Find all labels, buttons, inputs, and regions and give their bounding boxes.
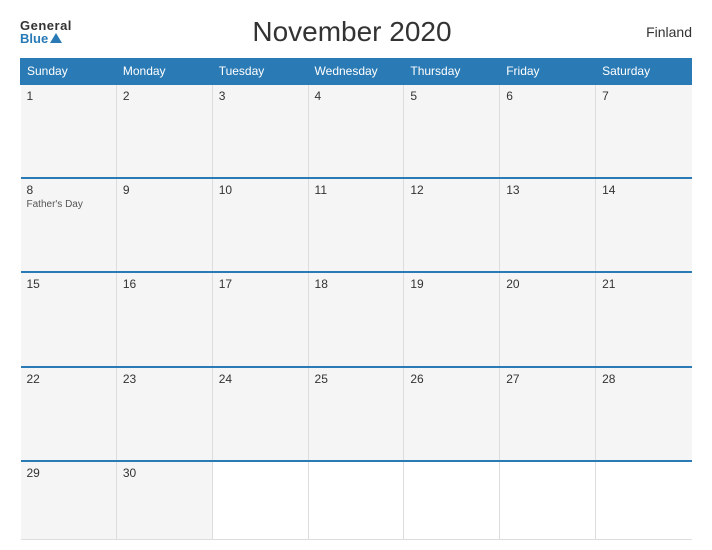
calendar-header-row: Sunday Monday Tuesday Wednesday Thursday…	[21, 59, 692, 85]
day-number: 14	[602, 183, 685, 197]
day-number: 26	[410, 372, 493, 386]
calendar-title: November 2020	[72, 16, 632, 48]
table-row: 6	[500, 84, 596, 178]
day-number: 19	[410, 277, 493, 291]
table-row: 22	[21, 367, 117, 461]
day-number: 10	[219, 183, 302, 197]
table-row: 23	[116, 367, 212, 461]
day-number: 27	[506, 372, 589, 386]
day-number: 16	[123, 277, 206, 291]
table-row: 25	[308, 367, 404, 461]
table-row: 3	[212, 84, 308, 178]
col-sunday: Sunday	[21, 59, 117, 85]
calendar-week-row: 29 30	[21, 461, 692, 540]
table-row: 12	[404, 178, 500, 272]
calendar-week-row: 22 23 24 25 26 27 28	[21, 367, 692, 461]
table-row	[404, 461, 500, 540]
day-number: 8	[27, 183, 110, 197]
calendar-body: 12345678Father's Day91011121314151617181…	[21, 84, 692, 540]
day-number: 22	[27, 372, 110, 386]
day-number: 5	[410, 89, 493, 103]
calendar-week-row: 1234567	[21, 84, 692, 178]
day-number: 15	[27, 277, 110, 291]
table-row: 15	[21, 272, 117, 366]
day-number: 11	[315, 183, 398, 197]
header: General Blue November 2020 Finland	[20, 16, 692, 48]
table-row	[500, 461, 596, 540]
col-wednesday: Wednesday	[308, 59, 404, 85]
day-number: 6	[506, 89, 589, 103]
day-number: 28	[602, 372, 685, 386]
day-number: 21	[602, 277, 685, 291]
table-row: 16	[116, 272, 212, 366]
table-row: 19	[404, 272, 500, 366]
table-row: 8 Father's Day	[21, 178, 117, 272]
day-number: 17	[219, 277, 302, 291]
country-label: Finland	[632, 24, 692, 40]
table-row: 11	[308, 178, 404, 272]
day-number: 3	[219, 89, 302, 103]
table-row: 26	[404, 367, 500, 461]
calendar-table: Sunday Monday Tuesday Wednesday Thursday…	[20, 58, 692, 540]
day-number: 23	[123, 372, 206, 386]
table-row	[596, 461, 692, 540]
day-number: 30	[123, 466, 206, 480]
table-row: 18	[308, 272, 404, 366]
col-monday: Monday	[116, 59, 212, 85]
table-row	[308, 461, 404, 540]
table-row: 20	[500, 272, 596, 366]
logo: General Blue	[20, 19, 72, 45]
table-row: 24	[212, 367, 308, 461]
day-number: 20	[506, 277, 589, 291]
calendar-week-row: 15 16 17 18 19 20 21	[21, 272, 692, 366]
table-row: 13	[500, 178, 596, 272]
day-number: 2	[123, 89, 206, 103]
table-row	[212, 461, 308, 540]
table-row: 1	[21, 84, 117, 178]
table-row: 9	[116, 178, 212, 272]
day-number: 9	[123, 183, 206, 197]
calendar-week-row: 8 Father's Day 9 10 11 12 13 14	[21, 178, 692, 272]
logo-triangle-icon	[50, 33, 62, 43]
day-number: 7	[602, 89, 685, 103]
logo-blue-text: Blue	[20, 32, 62, 45]
day-number: 1	[27, 89, 110, 103]
day-number: 24	[219, 372, 302, 386]
table-row: 27	[500, 367, 596, 461]
table-row: 29	[21, 461, 117, 540]
table-row: 5	[404, 84, 500, 178]
table-row: 10	[212, 178, 308, 272]
day-number: 18	[315, 277, 398, 291]
col-friday: Friday	[500, 59, 596, 85]
col-tuesday: Tuesday	[212, 59, 308, 85]
day-event-label: Father's Day	[27, 199, 110, 210]
page: General Blue November 2020 Finland Sunda…	[0, 0, 712, 550]
table-row: 21	[596, 272, 692, 366]
day-number: 25	[315, 372, 398, 386]
day-number: 29	[27, 466, 110, 480]
day-number: 13	[506, 183, 589, 197]
col-saturday: Saturday	[596, 59, 692, 85]
table-row: 4	[308, 84, 404, 178]
table-row: 28	[596, 367, 692, 461]
table-row: 17	[212, 272, 308, 366]
table-row: 30	[116, 461, 212, 540]
table-row: 2	[116, 84, 212, 178]
day-number: 12	[410, 183, 493, 197]
day-number: 4	[315, 89, 398, 103]
col-thursday: Thursday	[404, 59, 500, 85]
table-row: 7	[596, 84, 692, 178]
table-row: 14	[596, 178, 692, 272]
